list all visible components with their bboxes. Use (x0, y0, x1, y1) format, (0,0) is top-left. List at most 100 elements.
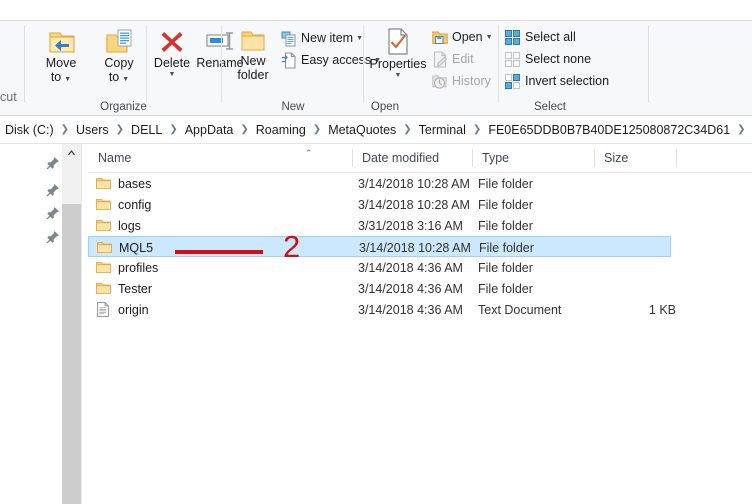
folder-icon (96, 261, 111, 274)
cell-size (599, 237, 677, 258)
cell-type: Text Document (478, 299, 561, 320)
delete-caret-icon[interactable]: ▼ (149, 71, 195, 79)
new-item-button[interactable]: New item▼ (281, 31, 363, 45)
ribbon: cut Move to▼ (0, 0, 752, 115)
delete-button[interactable]: Delete ▼ (149, 24, 195, 79)
chevron-right-icon: ❯ (397, 124, 417, 135)
cell-type: File folder (478, 194, 533, 215)
breadcrumb-item-instance-id[interactable]: FE0E65DDB0B7B40DE125080872C34D61 (487, 123, 731, 137)
new-folder-label: New (227, 55, 279, 69)
copy-to-icon (106, 28, 134, 56)
history-button: History (432, 74, 491, 88)
folder-icon (96, 219, 111, 232)
cell-date-modified: 3/14/2018 10:28 AM (358, 194, 470, 215)
ribbon-divider (221, 25, 222, 103)
cell-date-modified: 3/14/2018 4:36 AM (358, 278, 463, 299)
move-to-label2: to▼ (34, 71, 88, 87)
cell-name: bases (118, 173, 151, 194)
edit-icon (432, 51, 448, 68)
table-row[interactable]: Tester 3/14/2018 4:36 AM File folder (88, 278, 752, 299)
folder-icon (96, 198, 111, 211)
cell-name: profiles (118, 257, 158, 278)
ribbon-divider (363, 25, 364, 103)
cell-name: logs (118, 215, 141, 236)
new-folder-button[interactable]: New folder (227, 24, 279, 82)
cell-size (598, 257, 676, 278)
breadcrumb-item-roaming[interactable]: Roaming (255, 123, 307, 137)
move-to-button[interactable]: Move to▼ (34, 24, 88, 86)
breadcrumb-item-dell[interactable]: DELL (130, 123, 163, 137)
folder-icon (96, 282, 111, 295)
ribbon-divider (648, 25, 649, 103)
navigation-pane-scrollbar[interactable] (62, 144, 81, 504)
table-row[interactable]: bases 3/14/2018 10:28 AM File folder (88, 173, 752, 194)
breadcrumb-item-appdata[interactable]: AppData (184, 123, 235, 137)
cell-size (598, 278, 676, 299)
select-all-button[interactable]: Select all (505, 30, 576, 44)
column-header-date-modified[interactable]: Date modified (352, 144, 472, 172)
folder-icon (96, 177, 111, 190)
delete-icon (160, 29, 184, 53)
move-to-icon (48, 28, 76, 56)
breadcrumb-item-terminal[interactable]: Terminal (418, 123, 467, 137)
copy-to-label2: to▼ (92, 71, 146, 87)
column-header-type-label: Type (482, 151, 509, 165)
navigation-pane (0, 144, 62, 504)
pin-icon[interactable] (46, 183, 60, 197)
group-label-organize: Organize (26, 101, 221, 113)
cell-size (598, 215, 676, 236)
ribbon-top-strip (0, 0, 752, 21)
cell-date-modified: 3/14/2018 4:36 AM (358, 257, 463, 278)
cell-date-modified: 3/14/2018 10:28 AM (359, 237, 471, 258)
chevron-right-icon: ❯ (163, 124, 183, 135)
table-row-selected[interactable]: MQL5 3/14/2018 10:28 AM File folder (88, 236, 671, 257)
cell-size (598, 173, 676, 194)
column-divider[interactable] (676, 149, 677, 167)
ribbon-group-open: Properties ▼ Open▼ Edit (365, 21, 498, 115)
chevron-right-icon: ❯ (234, 124, 254, 135)
table-row[interactable]: logs 3/31/2018 3:16 AM File folder (88, 215, 752, 236)
new-item-caret-icon[interactable]: ▼ (356, 35, 363, 42)
edit-label: Edit (452, 52, 474, 66)
breadcrumb-item-disk-c[interactable]: Disk (C:) (4, 123, 55, 137)
column-header-size-label: Size (604, 151, 628, 165)
folder-icon (97, 241, 112, 254)
pin-icon[interactable] (46, 206, 60, 220)
history-icon (432, 73, 449, 90)
open-caret-icon[interactable]: ▼ (486, 34, 493, 41)
table-row[interactable]: config 3/14/2018 10:28 AM File folder (88, 194, 752, 215)
cut-label-partial[interactable]: cut (0, 90, 17, 104)
chevron-right-icon[interactable]: ❯ (731, 124, 751, 135)
breadcrumb-item-users[interactable]: Users (75, 123, 110, 137)
table-row[interactable]: profiles 3/14/2018 4:36 AM File folder (88, 257, 752, 278)
scrollbar-thumb[interactable] (62, 204, 81, 504)
scroll-up-arrow-icon[interactable] (62, 144, 81, 161)
ribbon-divider (146, 25, 147, 103)
delete-label: Delete (149, 57, 195, 71)
pin-icon[interactable] (46, 156, 60, 170)
open-button[interactable]: Open▼ (432, 30, 493, 44)
cell-date-modified: 3/14/2018 4:36 AM (358, 299, 463, 320)
ribbon-divider (24, 25, 25, 103)
select-none-button[interactable]: Select none (505, 52, 591, 66)
column-header-type[interactable]: Type (472, 144, 594, 172)
open-label: Open (452, 30, 483, 44)
cell-type: File folder (478, 215, 533, 236)
table-row[interactable]: origin 3/14/2018 4:36 AM Text Document 1… (88, 299, 752, 320)
group-label-select: Select (490, 101, 610, 113)
properties-caret-icon[interactable]: ▼ (367, 72, 429, 80)
copy-to-label: Copy (92, 57, 146, 71)
cell-size: 1 KB (598, 299, 676, 320)
properties-button[interactable]: Properties ▼ (367, 24, 429, 80)
sort-ascending-icon: ⌃ (305, 148, 313, 159)
copy-to-button[interactable]: Copy to▼ (92, 24, 146, 86)
nav-pane-divider (81, 144, 82, 504)
column-header-size[interactable]: Size (594, 144, 676, 172)
easy-access-label: Easy access (301, 53, 371, 67)
address-bar-breadcrumb[interactable]: Disk (C:) ❯ Users ❯ DELL ❯ AppData ❯ Roa… (0, 116, 752, 144)
ribbon-group-organize: Move to▼ Copy to▼ (26, 21, 221, 115)
properties-label: Properties (367, 58, 429, 72)
breadcrumb-item-metaquotes[interactable]: MetaQuotes (327, 123, 397, 137)
invert-selection-button[interactable]: Invert selection (505, 74, 609, 88)
pin-icon[interactable] (46, 230, 60, 244)
